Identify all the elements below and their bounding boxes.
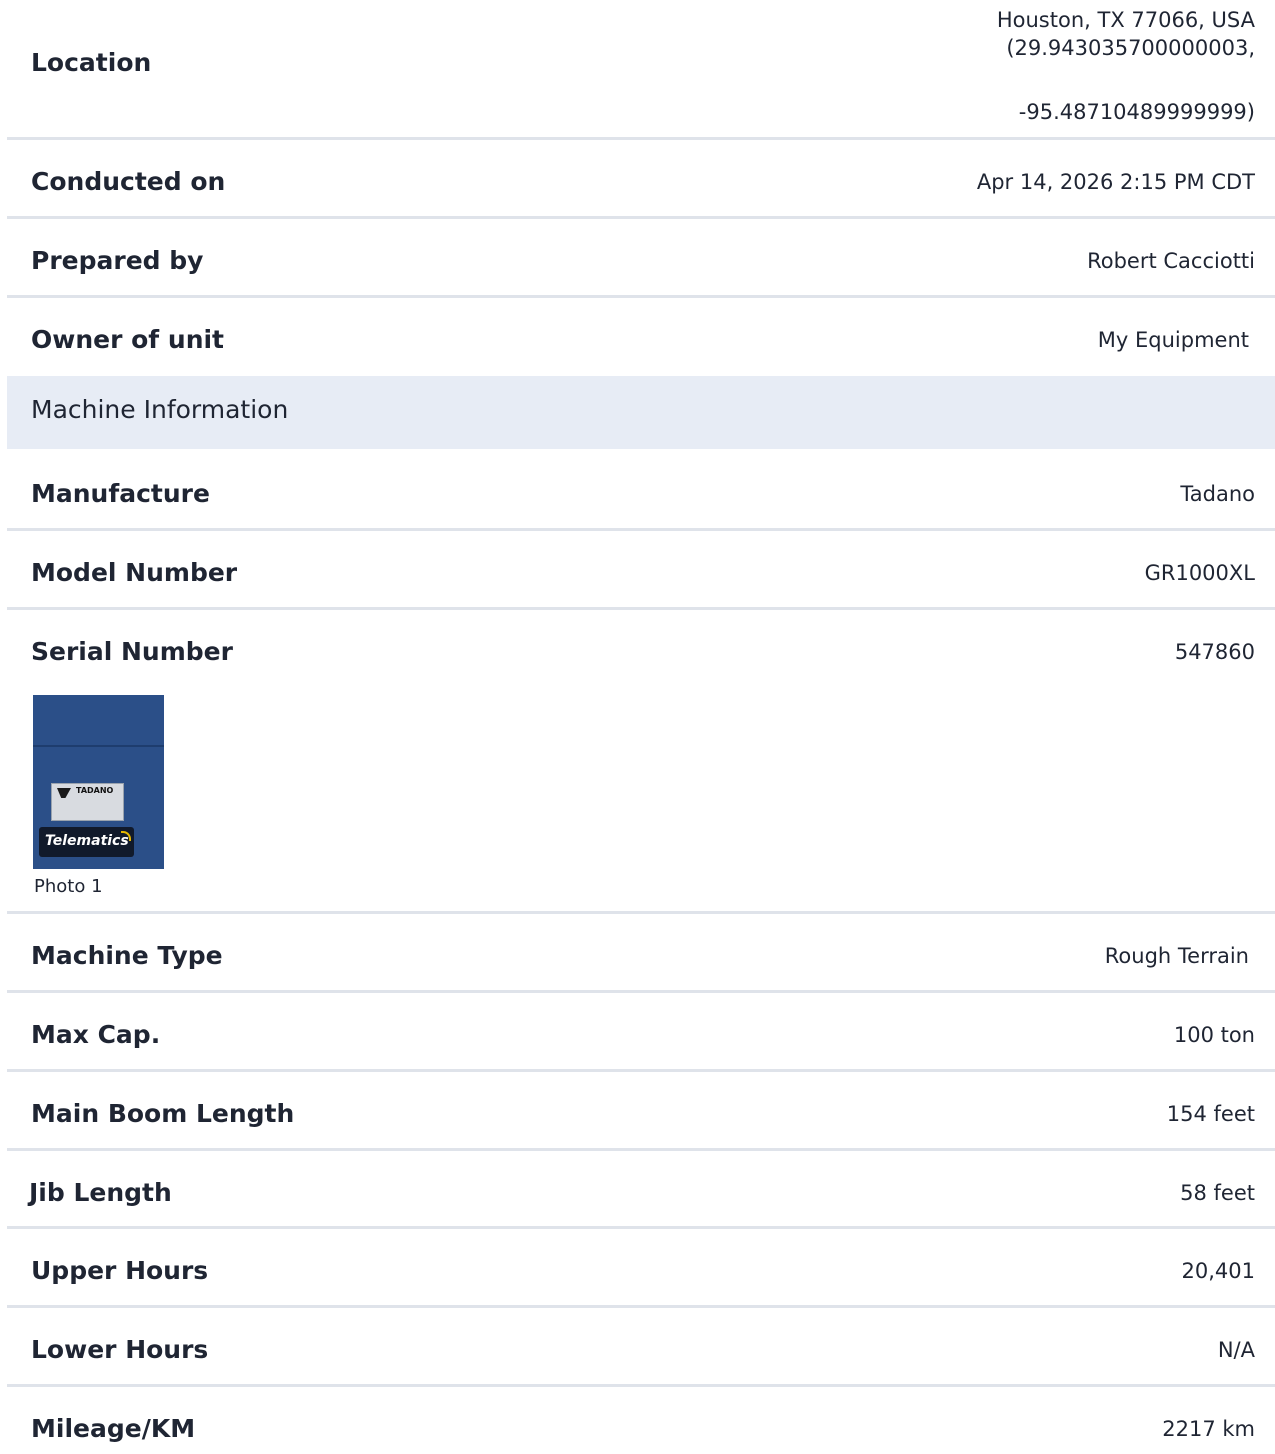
serial-number-row: Serial Number 547860 TADANO Telematics P… (7, 610, 1275, 914)
section-title: Machine Information (31, 395, 289, 424)
machine-type-row: Machine Type Rough Terrain (7, 914, 1275, 993)
location-address: Houston, TX 77066, USA (996, 8, 1255, 32)
manufacture-row: Manufacture Tadano (7, 449, 1275, 531)
photo-telematics-badge: Telematics (39, 827, 134, 857)
machine-information-section-header: Machine Information (7, 376, 1275, 449)
model-number-value: GR1000XL (1144, 561, 1255, 585)
serial-plate-photo-thumbnail[interactable]: TADANO Telematics (33, 695, 164, 869)
location-longitude: -95.48710489999999) (1018, 100, 1255, 124)
tadano-logo-icon (57, 788, 71, 798)
location-value: Houston, TX 77066, USA (29.9430357000000… (997, 6, 1255, 126)
mileage-row: Mileage/KM 2217 km (7, 1387, 1275, 1454)
prepared-by-value: Robert Cacciotti (1087, 249, 1255, 273)
location-latitude: (29.943035700000003, (1006, 36, 1255, 60)
conducted-on-row: Conducted on Apr 14, 2026 2:15 PM CDT (7, 140, 1275, 219)
model-number-label: Model Number (31, 558, 238, 587)
serial-number-label: Serial Number (31, 637, 233, 666)
lower-hours-label: Lower Hours (31, 1335, 209, 1364)
main-boom-length-label: Main Boom Length (31, 1099, 295, 1128)
machine-type-value: Rough Terrain (1104, 944, 1249, 968)
photo-serial-plate: TADANO (51, 783, 124, 821)
max-cap-label: Max Cap. (31, 1020, 161, 1049)
owner-value: My Equipment (1097, 328, 1249, 352)
upper-hours-row: Upper Hours 20,401 (7, 1229, 1275, 1308)
jib-length-value: 58 feet (1180, 1181, 1255, 1205)
main-boom-length-value: 154 feet (1166, 1102, 1255, 1126)
machine-type-label: Machine Type (31, 941, 223, 970)
photo-badge-text: Telematics (45, 833, 129, 849)
jib-length-label: Jib Length (29, 1178, 172, 1207)
max-cap-value: 100 ton (1173, 1023, 1255, 1047)
location-label: Location (31, 48, 152, 77)
conducted-on-label: Conducted on (31, 167, 226, 196)
mileage-label: Mileage/KM (31, 1414, 196, 1443)
upper-hours-label: Upper Hours (31, 1256, 209, 1285)
model-number-row: Model Number GR1000XL (7, 531, 1275, 610)
location-row: Location Houston, TX 77066, USA (29.9430… (7, 0, 1275, 140)
photo-caption: Photo 1 (34, 876, 103, 897)
photo-panel-seam (33, 745, 164, 747)
upper-hours-value: 20,401 (1181, 1259, 1255, 1283)
owner-label: Owner of unit (31, 325, 225, 354)
jib-length-row: Jib Length 58 feet (7, 1151, 1275, 1229)
manufacture-label: Manufacture (31, 479, 210, 508)
mileage-value: 2217 km (1162, 1417, 1255, 1441)
signal-icon (121, 831, 131, 841)
serial-number-value: 547860 (1174, 640, 1255, 664)
manufacture-value: Tadano (1180, 482, 1255, 506)
lower-hours-row: Lower Hours N/A (7, 1308, 1275, 1387)
prepared-by-row: Prepared by Robert Cacciotti (7, 219, 1275, 298)
lower-hours-value: N/A (1217, 1338, 1255, 1362)
owner-row: Owner of unit My Equipment (7, 298, 1275, 376)
main-boom-length-row: Main Boom Length 154 feet (7, 1072, 1275, 1151)
photo-plate-brand: TADANO (76, 786, 114, 795)
prepared-by-label: Prepared by (31, 246, 204, 275)
conducted-on-value: Apr 14, 2026 2:15 PM CDT (976, 170, 1255, 194)
max-cap-row: Max Cap. 100 ton (7, 993, 1275, 1072)
